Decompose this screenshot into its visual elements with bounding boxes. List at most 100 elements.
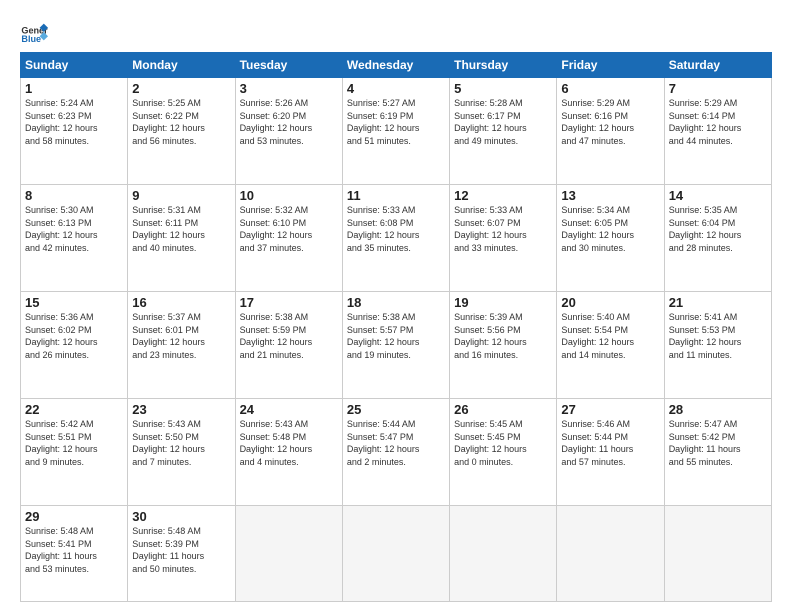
- calendar-day-cell: 26Sunrise: 5:45 AMSunset: 5:45 PMDayligh…: [450, 399, 557, 506]
- day-info: Sunrise: 5:40 AMSunset: 5:54 PMDaylight:…: [561, 311, 659, 361]
- logo-icon: General Blue: [20, 18, 48, 46]
- day-info: Sunrise: 5:42 AMSunset: 5:51 PMDaylight:…: [25, 418, 123, 468]
- calendar-header-thursday: Thursday: [450, 53, 557, 78]
- day-info: Sunrise: 5:28 AMSunset: 6:17 PMDaylight:…: [454, 97, 552, 147]
- calendar-week-row: 8Sunrise: 5:30 AMSunset: 6:13 PMDaylight…: [21, 185, 772, 292]
- day-info: Sunrise: 5:39 AMSunset: 5:56 PMDaylight:…: [454, 311, 552, 361]
- calendar-day-cell: 9Sunrise: 5:31 AMSunset: 6:11 PMDaylight…: [128, 185, 235, 292]
- calendar-day-cell: 12Sunrise: 5:33 AMSunset: 6:07 PMDayligh…: [450, 185, 557, 292]
- calendar-header-monday: Monday: [128, 53, 235, 78]
- day-number: 7: [669, 81, 767, 96]
- day-info: Sunrise: 5:35 AMSunset: 6:04 PMDaylight:…: [669, 204, 767, 254]
- calendar-day-cell: [235, 506, 342, 602]
- day-info: Sunrise: 5:44 AMSunset: 5:47 PMDaylight:…: [347, 418, 445, 468]
- calendar-header-tuesday: Tuesday: [235, 53, 342, 78]
- day-number: 24: [240, 402, 338, 417]
- day-number: 6: [561, 81, 659, 96]
- day-number: 19: [454, 295, 552, 310]
- day-number: 2: [132, 81, 230, 96]
- calendar-day-cell: 23Sunrise: 5:43 AMSunset: 5:50 PMDayligh…: [128, 399, 235, 506]
- day-info: Sunrise: 5:26 AMSunset: 6:20 PMDaylight:…: [240, 97, 338, 147]
- calendar-day-cell: 3Sunrise: 5:26 AMSunset: 6:20 PMDaylight…: [235, 78, 342, 185]
- day-info: Sunrise: 5:29 AMSunset: 6:16 PMDaylight:…: [561, 97, 659, 147]
- calendar-day-cell: 21Sunrise: 5:41 AMSunset: 5:53 PMDayligh…: [664, 292, 771, 399]
- day-info: Sunrise: 5:45 AMSunset: 5:45 PMDaylight:…: [454, 418, 552, 468]
- day-number: 30: [132, 509, 230, 524]
- calendar-day-cell: [450, 506, 557, 602]
- day-number: 22: [25, 402, 123, 417]
- calendar-day-cell: [342, 506, 449, 602]
- day-number: 26: [454, 402, 552, 417]
- logo: General Blue: [20, 18, 48, 46]
- day-number: 14: [669, 188, 767, 203]
- day-info: Sunrise: 5:43 AMSunset: 5:50 PMDaylight:…: [132, 418, 230, 468]
- day-info: Sunrise: 5:48 AMSunset: 5:39 PMDaylight:…: [132, 525, 230, 575]
- calendar-header-sunday: Sunday: [21, 53, 128, 78]
- day-info: Sunrise: 5:25 AMSunset: 6:22 PMDaylight:…: [132, 97, 230, 147]
- day-number: 1: [25, 81, 123, 96]
- calendar-header-wednesday: Wednesday: [342, 53, 449, 78]
- calendar-header-friday: Friday: [557, 53, 664, 78]
- day-number: 27: [561, 402, 659, 417]
- day-number: 16: [132, 295, 230, 310]
- calendar-day-cell: [664, 506, 771, 602]
- calendar-week-row: 15Sunrise: 5:36 AMSunset: 6:02 PMDayligh…: [21, 292, 772, 399]
- calendar-day-cell: 27Sunrise: 5:46 AMSunset: 5:44 PMDayligh…: [557, 399, 664, 506]
- calendar-header-saturday: Saturday: [664, 53, 771, 78]
- calendar-day-cell: 30Sunrise: 5:48 AMSunset: 5:39 PMDayligh…: [128, 506, 235, 602]
- calendar-day-cell: 28Sunrise: 5:47 AMSunset: 5:42 PMDayligh…: [664, 399, 771, 506]
- day-number: 20: [561, 295, 659, 310]
- header: General Blue: [20, 18, 772, 46]
- day-number: 4: [347, 81, 445, 96]
- day-info: Sunrise: 5:33 AMSunset: 6:07 PMDaylight:…: [454, 204, 552, 254]
- calendar-day-cell: 13Sunrise: 5:34 AMSunset: 6:05 PMDayligh…: [557, 185, 664, 292]
- day-number: 13: [561, 188, 659, 203]
- day-info: Sunrise: 5:34 AMSunset: 6:05 PMDaylight:…: [561, 204, 659, 254]
- calendar-day-cell: 16Sunrise: 5:37 AMSunset: 6:01 PMDayligh…: [128, 292, 235, 399]
- day-info: Sunrise: 5:36 AMSunset: 6:02 PMDaylight:…: [25, 311, 123, 361]
- calendar-header-row: SundayMondayTuesdayWednesdayThursdayFrid…: [21, 53, 772, 78]
- svg-text:Blue: Blue: [21, 34, 41, 44]
- calendar-day-cell: [557, 506, 664, 602]
- day-number: 28: [669, 402, 767, 417]
- day-info: Sunrise: 5:29 AMSunset: 6:14 PMDaylight:…: [669, 97, 767, 147]
- day-number: 23: [132, 402, 230, 417]
- day-number: 21: [669, 295, 767, 310]
- calendar-day-cell: 24Sunrise: 5:43 AMSunset: 5:48 PMDayligh…: [235, 399, 342, 506]
- day-number: 3: [240, 81, 338, 96]
- calendar-day-cell: 18Sunrise: 5:38 AMSunset: 5:57 PMDayligh…: [342, 292, 449, 399]
- calendar-day-cell: 10Sunrise: 5:32 AMSunset: 6:10 PMDayligh…: [235, 185, 342, 292]
- day-number: 5: [454, 81, 552, 96]
- day-number: 12: [454, 188, 552, 203]
- calendar-day-cell: 17Sunrise: 5:38 AMSunset: 5:59 PMDayligh…: [235, 292, 342, 399]
- day-info: Sunrise: 5:38 AMSunset: 5:59 PMDaylight:…: [240, 311, 338, 361]
- calendar-day-cell: 11Sunrise: 5:33 AMSunset: 6:08 PMDayligh…: [342, 185, 449, 292]
- day-number: 25: [347, 402, 445, 417]
- day-info: Sunrise: 5:24 AMSunset: 6:23 PMDaylight:…: [25, 97, 123, 147]
- calendar-week-row: 1Sunrise: 5:24 AMSunset: 6:23 PMDaylight…: [21, 78, 772, 185]
- day-number: 17: [240, 295, 338, 310]
- day-number: 10: [240, 188, 338, 203]
- day-info: Sunrise: 5:27 AMSunset: 6:19 PMDaylight:…: [347, 97, 445, 147]
- day-info: Sunrise: 5:37 AMSunset: 6:01 PMDaylight:…: [132, 311, 230, 361]
- calendar-day-cell: 22Sunrise: 5:42 AMSunset: 5:51 PMDayligh…: [21, 399, 128, 506]
- calendar-day-cell: 25Sunrise: 5:44 AMSunset: 5:47 PMDayligh…: [342, 399, 449, 506]
- day-info: Sunrise: 5:48 AMSunset: 5:41 PMDaylight:…: [25, 525, 123, 575]
- day-number: 11: [347, 188, 445, 203]
- page: General Blue SundayMondayTuesdayWednesda…: [0, 0, 792, 612]
- calendar-day-cell: 2Sunrise: 5:25 AMSunset: 6:22 PMDaylight…: [128, 78, 235, 185]
- calendar-day-cell: 20Sunrise: 5:40 AMSunset: 5:54 PMDayligh…: [557, 292, 664, 399]
- calendar-day-cell: 19Sunrise: 5:39 AMSunset: 5:56 PMDayligh…: [450, 292, 557, 399]
- calendar-day-cell: 14Sunrise: 5:35 AMSunset: 6:04 PMDayligh…: [664, 185, 771, 292]
- calendar-table: SundayMondayTuesdayWednesdayThursdayFrid…: [20, 52, 772, 602]
- calendar-day-cell: 29Sunrise: 5:48 AMSunset: 5:41 PMDayligh…: [21, 506, 128, 602]
- day-info: Sunrise: 5:47 AMSunset: 5:42 PMDaylight:…: [669, 418, 767, 468]
- day-number: 8: [25, 188, 123, 203]
- day-number: 15: [25, 295, 123, 310]
- calendar-day-cell: 5Sunrise: 5:28 AMSunset: 6:17 PMDaylight…: [450, 78, 557, 185]
- day-info: Sunrise: 5:33 AMSunset: 6:08 PMDaylight:…: [347, 204, 445, 254]
- calendar-day-cell: 1Sunrise: 5:24 AMSunset: 6:23 PMDaylight…: [21, 78, 128, 185]
- day-info: Sunrise: 5:41 AMSunset: 5:53 PMDaylight:…: [669, 311, 767, 361]
- calendar-week-row: 29Sunrise: 5:48 AMSunset: 5:41 PMDayligh…: [21, 506, 772, 602]
- calendar-day-cell: 7Sunrise: 5:29 AMSunset: 6:14 PMDaylight…: [664, 78, 771, 185]
